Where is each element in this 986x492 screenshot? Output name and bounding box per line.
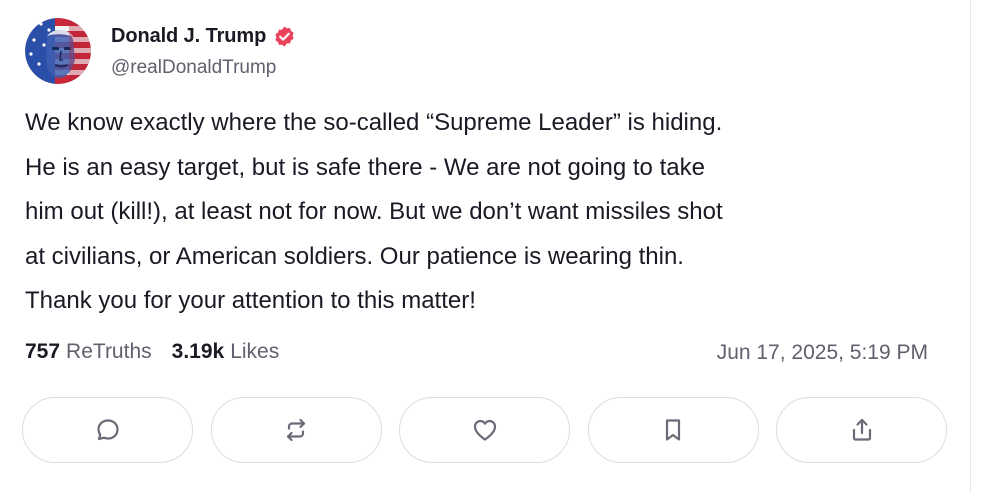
post-card: Donald J. Trump @realDonaldTrump We know…: [0, 0, 970, 492]
retruth-icon: [286, 418, 306, 442]
share-button[interactable]: [776, 397, 947, 463]
post-line: Thank you for your attention to this mat…: [25, 287, 476, 314]
post-stats: 757 ReTruths 3.19k Likes: [25, 340, 299, 364]
reply-icon: [96, 419, 119, 441]
verified-badge-icon: [273, 25, 296, 48]
bookmark-icon: [665, 419, 681, 441]
bookmark-button[interactable]: [587, 397, 759, 463]
likes-label: Likes: [230, 340, 280, 363]
post-line: at civilians, or American soldiers. Our …: [25, 242, 684, 270]
retruth-button[interactable]: [210, 397, 382, 463]
retruths-label: ReTruths: [66, 340, 152, 363]
post-line: We know exactly where the so-called “Sup…: [25, 109, 723, 136]
post-body: We know exactly where the so-called “Sup…: [25, 101, 945, 324]
heart-icon: [473, 419, 496, 441]
retruths-count: 757: [25, 340, 61, 363]
likes-count: 3.19k: [171, 340, 225, 363]
column-divider: [970, 0, 971, 492]
retruths-stat[interactable]: 757 ReTruths: [25, 340, 152, 364]
post-line: him out (kill!), at least not for now. B…: [25, 198, 723, 225]
action-bar: [22, 397, 947, 465]
author-display-name[interactable]: Donald J. Trump: [111, 25, 266, 48]
reply-button[interactable]: [22, 397, 193, 463]
author-handle[interactable]: @realDonaldTrump: [111, 57, 276, 79]
post-line: He is an easy target, but is safe there …: [25, 153, 705, 181]
share-icon: [852, 418, 871, 441]
like-button[interactable]: [399, 397, 570, 463]
avatar-image: [25, 18, 91, 84]
avatar[interactable]: [25, 18, 91, 84]
author-row: Donald J. Trump: [111, 22, 296, 50]
post-timestamp[interactable]: Jun 17, 2025, 5:19 PM: [717, 341, 928, 365]
likes-stat[interactable]: 3.19k Likes: [172, 340, 280, 364]
